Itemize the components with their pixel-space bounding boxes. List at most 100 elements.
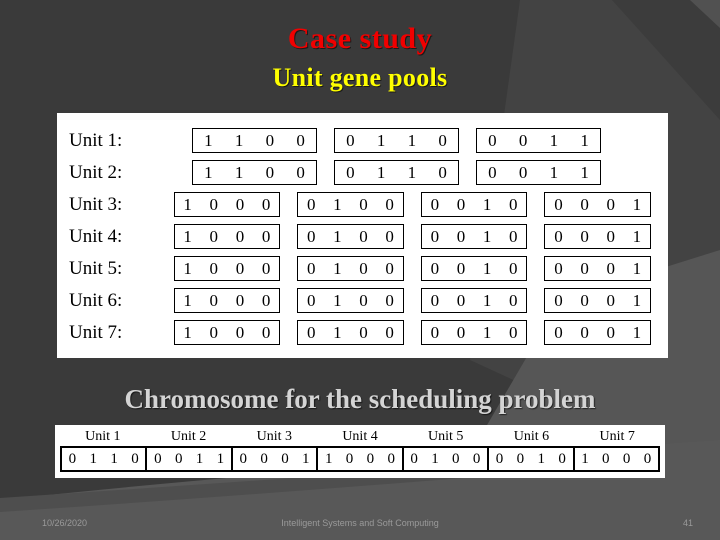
page-subtitle: Unit gene pools xyxy=(272,62,448,92)
gene-bit: 0 xyxy=(307,195,316,214)
gene-group-box: 0100 xyxy=(297,256,404,281)
gene-bit: 0 xyxy=(235,323,245,342)
gene-bit: 0 xyxy=(606,195,615,214)
chromosome-bit: 0 xyxy=(622,450,631,467)
gene-group-box: 0001 xyxy=(544,256,651,281)
chromosome-bit: 0 xyxy=(643,450,652,467)
chromosome-bit: 1 xyxy=(89,450,98,467)
gene-bit: 1 xyxy=(632,323,642,342)
gene-bit: 0 xyxy=(235,259,245,278)
gene-bit: 0 xyxy=(261,195,271,214)
gene-bit: 0 xyxy=(456,259,466,278)
gene-group-box: 1000 xyxy=(173,256,281,281)
gene-bit: 0 xyxy=(554,323,563,342)
gene-bit: 0 xyxy=(307,323,316,342)
gene-bit: 1 xyxy=(333,227,342,246)
gene-bit: 0 xyxy=(580,227,589,246)
gene-bit: 0 xyxy=(606,259,615,278)
gene-bit: 0 xyxy=(359,323,368,342)
gene-bit: 1 xyxy=(183,291,192,310)
gene-bit: 0 xyxy=(430,323,440,342)
chromosome-bit: 0 xyxy=(472,450,481,467)
gene-group-box: 0100 xyxy=(297,288,404,313)
gene-bit: 1 xyxy=(204,163,213,182)
unit-label: Unit 1: xyxy=(69,129,123,151)
unit-label: Unit 3: xyxy=(69,193,123,215)
gene-bit: 0 xyxy=(261,323,271,342)
gene-bit: 1 xyxy=(482,323,492,342)
chromosome-panel: Unit 1 Unit 2 Unit 3 Unit 4 Unit 5 Unit 6 Unit… xyxy=(55,425,665,478)
gene-group-box: 1000 xyxy=(173,288,281,313)
chromosome-bit: 0 xyxy=(495,450,504,467)
gene-bit: 0 xyxy=(385,323,394,342)
gene-group-box: 1000 xyxy=(173,320,281,345)
gene-bit: 0 xyxy=(580,291,589,310)
gene-bit: 0 xyxy=(606,291,615,310)
gene-bit: 0 xyxy=(296,163,305,182)
gene-bit: 0 xyxy=(430,227,440,246)
gene-group-box: 0100 xyxy=(297,192,404,217)
chromosome-bit: 1 xyxy=(216,450,225,467)
chromosome-unit-header: Unit 4 xyxy=(342,429,378,444)
gene-group-box: 0 1 1 0 xyxy=(334,128,459,153)
gene-bit: 1 xyxy=(376,163,386,182)
gene-bit: 0 xyxy=(385,227,394,246)
gene-pool-row: Unit 5: 1 0 0 0 0 1 0 0 0 0 1 0 0 0 0 1 xyxy=(57,253,668,284)
chromosome-heading: Chromosome for the scheduling problem xyxy=(124,384,596,414)
gene-bit: 1 xyxy=(482,227,492,246)
gene-bit: 0 xyxy=(307,259,316,278)
gene-bit: 1 xyxy=(482,291,492,310)
gene-bit: 0 xyxy=(235,291,245,310)
gene-bit: 0 xyxy=(265,163,275,182)
chromosome-header-row: Unit 1 Unit 2 Unit 3 Unit 4 Unit 5 Unit 6 Unit… xyxy=(60,429,660,446)
gene-bit: 1 xyxy=(580,163,589,182)
gene-bit: 0 xyxy=(606,323,615,342)
footer-page-number: 41 xyxy=(682,518,693,528)
unit-label: Unit 7: xyxy=(69,321,123,343)
gene-group-box: 0010 xyxy=(420,192,528,217)
gene-bit: 1 xyxy=(333,195,342,214)
gene-bit: 0 xyxy=(580,259,589,278)
chromosome-cell: 1000 xyxy=(574,448,658,470)
chromosome-bit: 0 xyxy=(602,450,610,467)
chromosome-unit-header: Unit 2 xyxy=(170,429,207,444)
gene-bit: 0 xyxy=(456,323,466,342)
chromosome-bit: 0 xyxy=(154,450,162,467)
gene-bit: 0 xyxy=(385,195,394,214)
gene-bit: 0 xyxy=(509,291,518,310)
chromosome-bit: 1 xyxy=(581,450,589,467)
chromosome-unit-header: Unit 1 xyxy=(85,429,121,444)
gene-bit: 0 xyxy=(488,163,497,182)
chromosome-bit: 0 xyxy=(260,450,268,467)
chromosome-cell: 1000 xyxy=(318,448,404,470)
gene-pool-row: Unit 1: 1 1 0 0 0 1 1 0 0 0 1 1 xyxy=(57,125,668,156)
gene-bit: 0 xyxy=(456,227,466,246)
chromosome-bit: 1 xyxy=(431,450,439,467)
slide-footer: 10/26/2020 Intelligent Systems and Soft … xyxy=(0,514,720,534)
gene-pool-row: Unit 2: 1 1 0 0 0 1 1 0 0 0 1 1 xyxy=(57,157,668,188)
gene-pool-row: Unit 7: 1 0 0 0 0 1 0 0 0 0 1 0 0 0 0 1 xyxy=(57,317,668,348)
gene-bit: 0 xyxy=(518,163,528,182)
gene-bit: 0 xyxy=(209,227,219,246)
gene-bit: 0 xyxy=(438,131,447,150)
gene-pool-row: Unit 4: 1 0 0 0 0 1 0 0 0 0 1 0 0 0 0 1 xyxy=(57,221,668,252)
gene-bit: 0 xyxy=(307,291,316,310)
chromosome-bit: 0 xyxy=(558,450,566,467)
gene-bit: 0 xyxy=(554,195,563,214)
gene-group-box: 0001 xyxy=(544,288,651,313)
gene-bit: 1 xyxy=(183,323,192,342)
gene-bit: 1 xyxy=(234,131,244,150)
chromosome-cell: 0011 xyxy=(147,448,233,470)
gene-group-box: 1000 xyxy=(173,224,281,249)
chromosome-bit: 0 xyxy=(387,450,395,467)
gene-bit: 0 xyxy=(385,259,394,278)
gene-group-box: 0 0 1 1 xyxy=(476,128,601,153)
gene-bit: 0 xyxy=(359,227,368,246)
gene-bit: 0 xyxy=(456,291,466,310)
gene-bit: 0 xyxy=(456,195,466,214)
gene-bit: 0 xyxy=(580,195,589,214)
gene-bit: 1 xyxy=(234,163,244,182)
chromosome-bits-row: 0110001100011000010000101000 xyxy=(60,446,660,472)
gene-bit: 0 xyxy=(509,195,518,214)
gene-bit: 0 xyxy=(385,291,394,310)
